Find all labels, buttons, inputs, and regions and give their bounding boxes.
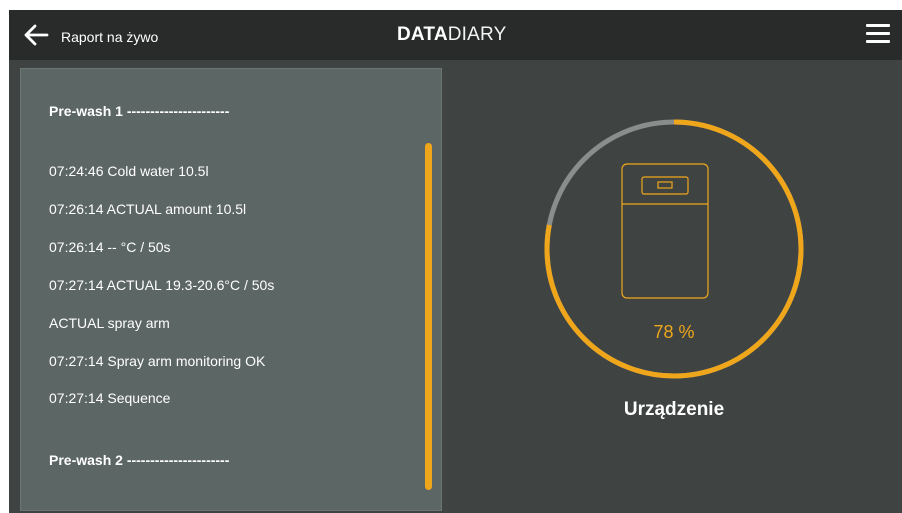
log-line: 07:27:14 Spray arm monitoring OK: [49, 353, 266, 369]
log-line: 07:24:46 Cold water 10.5l: [49, 163, 209, 179]
progress-percent: 78 %: [653, 322, 695, 342]
logo-bold-text: DATA: [397, 24, 448, 45]
washing-machine-icon: [621, 163, 709, 299]
log-section-header: Pre-wash 2 ----------------------: [49, 452, 230, 468]
log-line: 07:26:14 -- °C / 50s: [49, 239, 171, 255]
back-button[interactable]: Raport na żywo: [23, 20, 158, 50]
logo-light-text: DIARY: [447, 24, 507, 45]
arrow-left-icon: [24, 24, 49, 46]
top-bar: Raport na żywo DATADIARY: [9, 10, 902, 60]
log-line: ACTUAL spray arm: [49, 315, 170, 331]
log-line: 07:27:14 Sequence: [49, 390, 171, 406]
live-report-log-panel[interactable]: Pre-wash 1 ---------------------- 07:24:…: [20, 68, 442, 511]
app-logo: DATADIARY: [397, 24, 506, 46]
device-progress-gauge: 78 %: [541, 116, 807, 382]
device-label: Urządzenie: [623, 399, 725, 420]
log-line: 07:27:14 ACTUAL 19.3-20.6°C / 50s: [49, 277, 275, 293]
log-scrollbar[interactable]: [425, 143, 432, 490]
back-label: Raport na żywo: [61, 28, 159, 45]
hamburger-menu-icon[interactable]: [866, 24, 890, 44]
log-section-header: Pre-wash 1 ----------------------: [49, 103, 230, 119]
app-window: Raport na żywo DATADIARY Pre-wash 1 ----…: [9, 10, 902, 513]
log-line: 07:26:14 ACTUAL amount 10.5l: [49, 201, 247, 217]
